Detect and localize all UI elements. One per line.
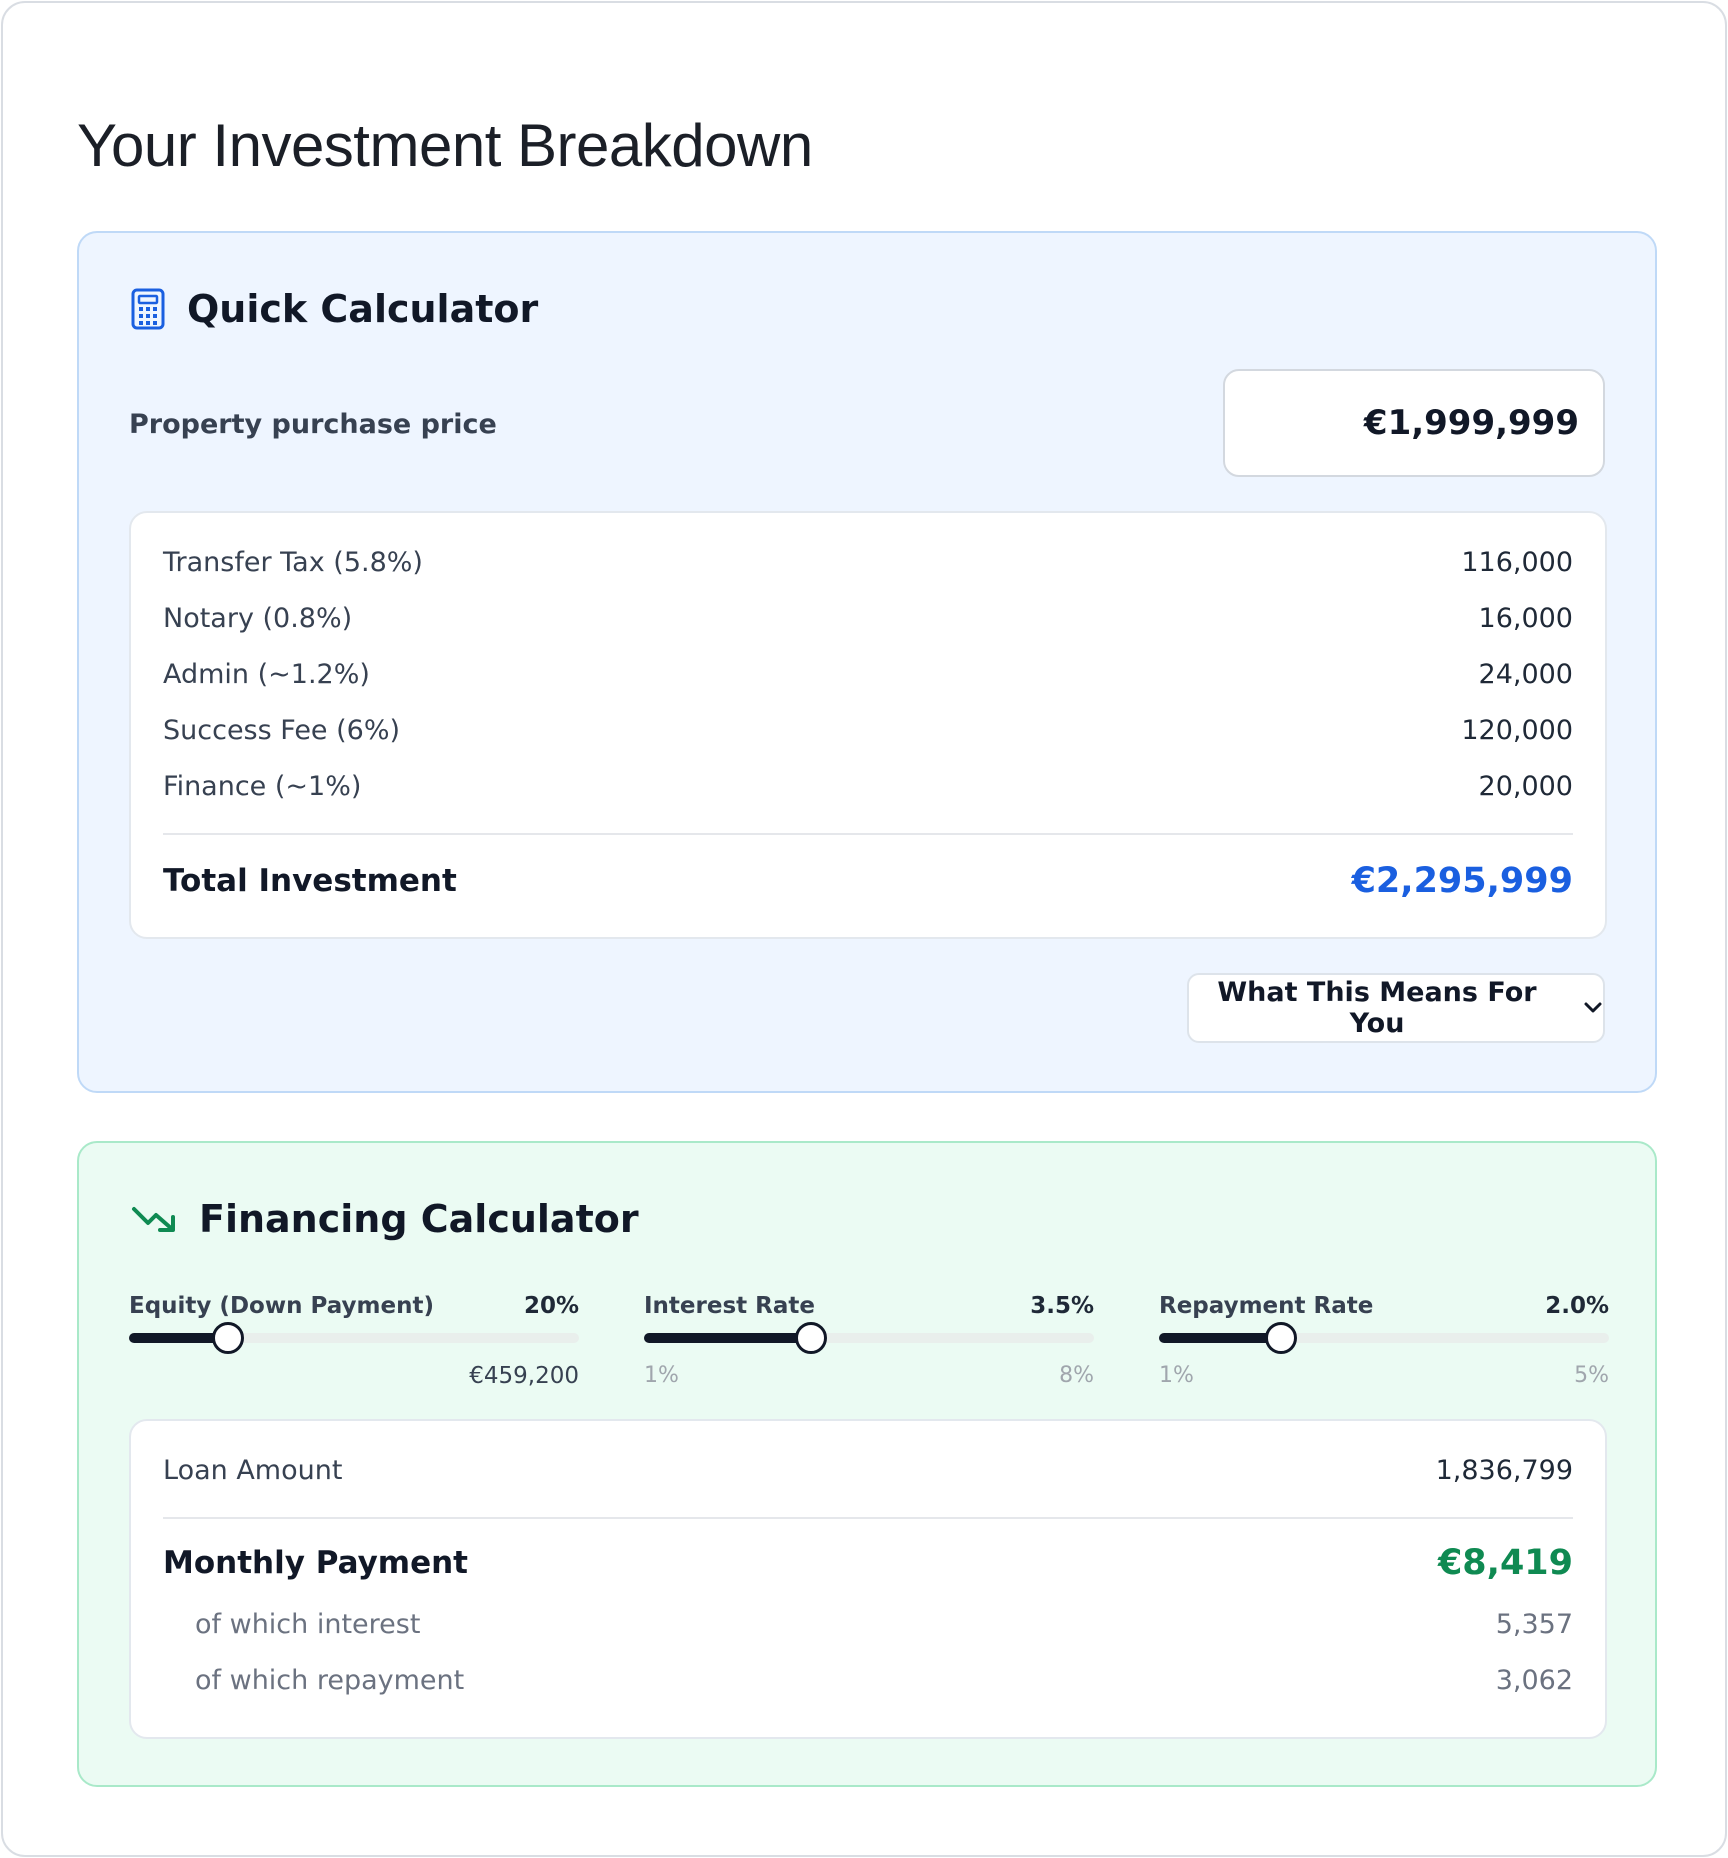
divider [163, 1517, 1573, 1519]
calculator-icon [131, 288, 165, 330]
chevron-down-icon [1583, 1001, 1603, 1015]
cost-label: Finance (~1%) [163, 771, 362, 802]
total-investment-row: Total Investment €2,295,999 [163, 861, 1573, 901]
cost-value: 20,000 [1478, 771, 1573, 802]
total-investment-label: Total Investment [163, 863, 457, 899]
monthly-payment-value: €8,419 [1437, 1543, 1573, 1583]
slider-thumb[interactable] [1264, 1322, 1297, 1354]
cost-row-notary: Notary (0.8%) 16,000 [163, 603, 1573, 634]
slider-fill [1159, 1333, 1281, 1343]
repayment-portion-label: of which repayment [195, 1665, 465, 1696]
repayment-rate-max: 5% [1574, 1363, 1609, 1388]
financing-calculator-header: Financing Calculator [131, 1197, 639, 1241]
cost-value: 116,000 [1461, 547, 1573, 578]
repayment-rate-label: Repayment Rate [1159, 1293, 1374, 1319]
financing-calculator-title: Financing Calculator [199, 1197, 639, 1241]
purchase-price-label: Property purchase price [129, 409, 497, 440]
equity-label: Equity (Down Payment) [129, 1293, 434, 1319]
quick-calculator-header: Quick Calculator [131, 287, 538, 331]
interest-portion-row: of which interest 5,357 [163, 1609, 1573, 1640]
cost-breakdown-panel: Transfer Tax (5.8%) 116,000 Notary (0.8%… [129, 511, 1607, 939]
cost-label: Transfer Tax (5.8%) [163, 547, 423, 578]
interest-rate-slider[interactable] [644, 1322, 1094, 1354]
equity-slider-group: Equity (Down Payment) 20% €459,200 [129, 1293, 579, 1389]
interest-rate-slider-group: Interest Rate 3.5% 1% 8% [644, 1293, 1094, 1388]
cost-value: 24,000 [1478, 659, 1573, 690]
repayment-rate-slider[interactable] [1159, 1322, 1609, 1354]
divider [163, 833, 1573, 835]
cost-row-transfer-tax: Transfer Tax (5.8%) 116,000 [163, 547, 1573, 578]
monthly-payment-label: Monthly Payment [163, 1545, 469, 1581]
interest-rate-max: 8% [1059, 1363, 1094, 1388]
cost-label: Notary (0.8%) [163, 603, 353, 634]
financing-calculator-card: Financing Calculator Equity (Down Paymen… [77, 1141, 1657, 1787]
interest-portion-label: of which interest [195, 1609, 421, 1640]
interest-rate-value: 3.5% [1030, 1293, 1094, 1319]
equity-slider[interactable] [129, 1322, 579, 1354]
trending-down-icon [131, 1203, 177, 1235]
interest-rate-min: 1% [644, 1363, 679, 1388]
cost-row-admin: Admin (~1.2%) 24,000 [163, 659, 1573, 690]
cost-value: 16,000 [1478, 603, 1573, 634]
loan-amount-row: Loan Amount 1,836,799 [163, 1455, 1573, 1486]
page-title: Your Investment Breakdown [77, 112, 813, 179]
purchase-price-input[interactable] [1223, 369, 1605, 477]
repayment-rate-slider-group: Repayment Rate 2.0% 1% 5% [1159, 1293, 1609, 1388]
cost-row-success-fee: Success Fee (6%) 120,000 [163, 715, 1573, 746]
loan-amount-value: 1,836,799 [1435, 1455, 1573, 1486]
slider-fill [644, 1333, 811, 1343]
equity-amount: €459,200 [469, 1363, 579, 1389]
what-this-means-button[interactable]: What This Means For You [1187, 973, 1605, 1043]
quick-calculator-card: Quick Calculator Property purchase price… [77, 231, 1657, 1093]
quick-calculator-title: Quick Calculator [187, 287, 539, 331]
cost-label: Admin (~1.2%) [163, 659, 370, 690]
monthly-payment-row: Monthly Payment €8,419 [163, 1543, 1573, 1583]
cost-label: Success Fee (6%) [163, 715, 401, 746]
what-this-means-label: What This Means For You [1217, 977, 1537, 1039]
slider-thumb[interactable] [794, 1322, 827, 1354]
total-investment-value: €2,295,999 [1351, 861, 1573, 901]
repayment-rate-min: 1% [1159, 1363, 1194, 1388]
repayment-portion-value: 3,062 [1495, 1665, 1573, 1696]
repayment-rate-value: 2.0% [1545, 1293, 1609, 1319]
page-container: Your Investment Breakdown Quick Calculat… [1, 1, 1727, 1857]
interest-rate-label: Interest Rate [644, 1293, 815, 1319]
loan-summary-panel: Loan Amount 1,836,799 Monthly Payment €8… [129, 1419, 1607, 1739]
repayment-portion-row: of which repayment 3,062 [163, 1665, 1573, 1696]
equity-value: 20% [523, 1293, 579, 1319]
cost-row-finance: Finance (~1%) 20,000 [163, 771, 1573, 802]
cost-value: 120,000 [1461, 715, 1573, 746]
slider-thumb[interactable] [212, 1322, 244, 1354]
loan-amount-label: Loan Amount [163, 1455, 343, 1486]
interest-portion-value: 5,357 [1495, 1609, 1573, 1640]
